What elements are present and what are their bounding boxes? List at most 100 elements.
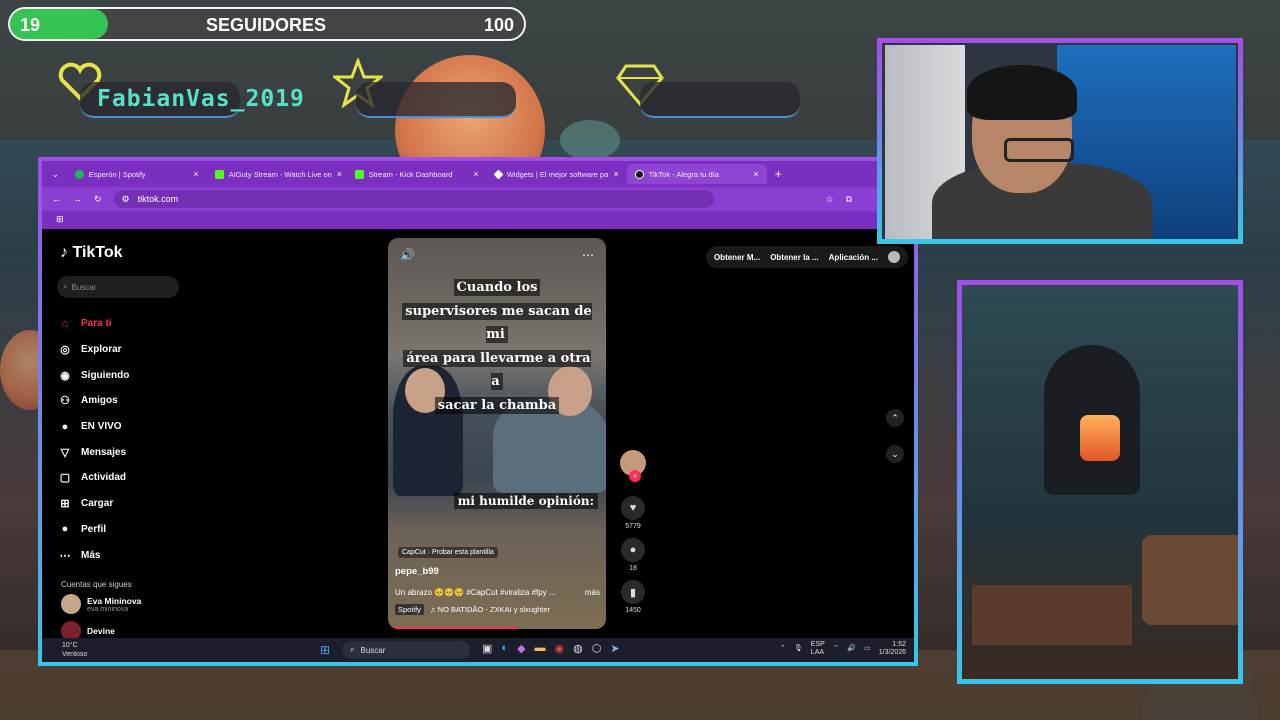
sidebar-item-siguiendo[interactable]: ◉ Siguiendo <box>57 362 129 388</box>
close-icon[interactable]: × <box>193 169 198 179</box>
donation-alert-box <box>640 82 800 118</box>
comment-button[interactable]: ● <box>621 538 645 562</box>
sidebar-item-label: Perfil <box>81 523 107 535</box>
tiktok-page: ♪ TikTok ⌕ Buscar ⌂ Para ti ◎ Explorar ◉ Sigu… <box>42 229 914 641</box>
caption-line: sacar la chamba <box>434 396 560 414</box>
steam-icon[interactable]: ➤ <box>610 642 619 655</box>
search-input[interactable]: ⌕ Buscar <box>57 276 179 298</box>
site-info-icon[interactable]: ⚙ <box>122 194 130 205</box>
activity-icon: ▢ <box>59 472 71 485</box>
browser-tab[interactable]: Stream - Kick Dashboard × <box>347 164 487 184</box>
comment-icon: ● <box>629 544 637 556</box>
taskbar-search[interactable]: ⌕ Buscar <box>342 641 470 659</box>
capcut-template-link[interactable]: CapCut · Probar esta plantilla <box>398 547 498 558</box>
chrome-icon[interactable]: ◉ <box>555 642 565 655</box>
followed-account[interactable]: Eva Mininova eva.mininova <box>61 594 141 614</box>
new-tab-button[interactable]: + <box>775 167 782 181</box>
close-icon[interactable]: × <box>473 169 478 179</box>
sidebar-item-actividad[interactable]: ▢ Actividad <box>57 465 129 491</box>
tab-menu-icon[interactable]: ⌄ <box>52 170 59 179</box>
browser-tab[interactable]: Widgets | El mejor software pa × <box>487 164 627 184</box>
sidebar-item-label: EN VIVO <box>81 421 122 433</box>
sidebar-item-explorar[interactable]: ◎ Explorar <box>57 337 129 363</box>
wifi-icon[interactable]: ⌔ <box>833 645 840 653</box>
widgets-icon <box>493 169 504 179</box>
home-icon: ⌂ <box>61 317 69 330</box>
tiktok-logo[interactable]: ♪ TikTok <box>60 244 123 262</box>
clock[interactable]: 1:52 1/3/2026 <box>879 641 906 657</box>
sidebar-item-para-ti[interactable]: ⌂ Para ti <box>57 311 129 337</box>
previous-video-button[interactable]: ⌃ <box>886 409 904 427</box>
sidebar-item-amigos[interactable]: ⚇ Amigos <box>57 388 129 414</box>
sidebar-item-cargar[interactable]: ⊞ Cargar <box>57 491 129 517</box>
language-indicator[interactable]: ESP LAA <box>811 641 825 657</box>
extensions-icon[interactable]: ⧉ <box>846 194 852 205</box>
more-options-icon[interactable]: ⋯ <box>582 248 594 262</box>
desktop-app-button[interactable]: Aplicación ... <box>829 253 878 262</box>
app-icon[interactable]: ⬡ <box>592 642 602 655</box>
file-explorer-icon[interactable]: ▬ <box>535 642 546 655</box>
tiktok-note-icon: ♪ <box>60 244 68 261</box>
like-button[interactable]: ♥ <box>621 496 645 520</box>
save-button[interactable]: ▮ <box>621 580 645 604</box>
address-bar[interactable]: ⚙ tiktok.com <box>113 190 714 208</box>
sidebar-item-en-vivo[interactable]: ● EN VIVO <box>57 414 129 440</box>
sidebar-item-más[interactable]: ⋯ Más <box>57 542 129 568</box>
browser-tab[interactable]: Esperón | Spotify × <box>67 164 207 184</box>
browser-tab-active[interactable]: TikTok - Alegra tu día × <box>626 164 767 184</box>
kick-icon <box>214 169 224 179</box>
video-music[interactable]: Spotify ♫ NO BATIDÃO - ZXKAI y slxughter <box>395 604 550 615</box>
creator-avatar[interactable]: + <box>620 450 646 482</box>
taskbar-apps: ▣ ◐ ◆ ▬ ◉ ◍ ⬡ ➤ <box>482 642 620 655</box>
messages-icon: ▽ <box>60 446 70 459</box>
close-icon[interactable]: × <box>613 169 618 179</box>
more-link[interactable]: más <box>585 588 600 597</box>
save-count: 1450 <box>625 607 641 614</box>
windows-taskbar: 10°C Ventoso ⊞ ⌕ Buscar ▣ ◐ ◆ ▬ ◉ ◍ ⬡ ➤ … <box>42 638 914 662</box>
bookmark-star-icon[interactable]: ☆ <box>826 194 834 205</box>
time: 1:52 <box>892 641 906 648</box>
tab-label: Widgets | El mejor software pa <box>506 169 609 179</box>
sidebar-item-perfil[interactable]: ● Perfil <box>57 517 129 543</box>
video-player[interactable]: 🔊 ⋯ Cuando los supervisores me sacan de … <box>388 238 606 629</box>
search-icon: ⌕ <box>63 282 68 291</box>
kick-icon <box>354 169 364 179</box>
cam-person-hair <box>967 65 1077 120</box>
follow-plus-icon[interactable]: + <box>629 470 641 482</box>
next-video-button[interactable]: ⌄ <box>886 445 904 463</box>
apps-icon[interactable]: ⊞ <box>56 214 64 225</box>
reload-icon[interactable]: ↻ <box>94 194 102 205</box>
microphone-icon[interactable]: 🎙 <box>794 645 803 653</box>
obs-icon[interactable]: ◍ <box>573 642 583 655</box>
follower-label: SEGUIDORES <box>206 15 327 35</box>
battery-icon[interactable]: ▭ <box>864 645 871 653</box>
close-icon[interactable]: × <box>753 169 758 179</box>
spotify-tag[interactable]: Spotify <box>395 604 424 615</box>
volume-icon[interactable]: 🔊 <box>400 248 415 262</box>
copilot-icon[interactable]: ◆ <box>517 642 525 655</box>
chevron-up-icon[interactable]: ⌃ <box>780 645 786 653</box>
volume-icon[interactable]: 🔊 <box>847 645 856 653</box>
browser-tabstrip: ⌄ Esperón | Spotify × AIGuty Stream - Wat… <box>42 161 914 187</box>
weather-widget[interactable]: 10°C Ventoso <box>62 641 87 659</box>
get-coins-button[interactable]: Obtener M... <box>714 253 760 262</box>
back-icon[interactable]: ← <box>52 194 61 204</box>
lang-top: ESP <box>810 641 825 648</box>
user-avatar[interactable] <box>888 251 900 263</box>
following-icon: ◉ <box>60 369 70 382</box>
windows-start-icon[interactable]: ⊞ <box>320 643 330 657</box>
close-icon[interactable]: × <box>337 169 342 179</box>
forward-icon[interactable]: → <box>73 194 82 204</box>
sidebar-item-mensajes[interactable]: ▽ Mensajes <box>57 439 129 465</box>
edge-icon[interactable]: ◐ <box>501 642 508 655</box>
video-username[interactable]: pepe_b99 <box>395 566 439 577</box>
hanging-plant <box>560 120 620 160</box>
browser-tab[interactable]: AIGuty Stream - Watch Live on × <box>207 164 347 184</box>
like-count: 5779 <box>625 523 641 530</box>
task-view-icon[interactable]: ▣ <box>482 642 492 655</box>
get-app-button[interactable]: Obtener la ... <box>770 253 818 262</box>
video-progress[interactable] <box>393 627 518 629</box>
follower-count: 19 <box>20 15 41 35</box>
friends-icon: ⚇ <box>60 395 70 408</box>
sidebar-item-label: Explorar <box>81 344 122 356</box>
